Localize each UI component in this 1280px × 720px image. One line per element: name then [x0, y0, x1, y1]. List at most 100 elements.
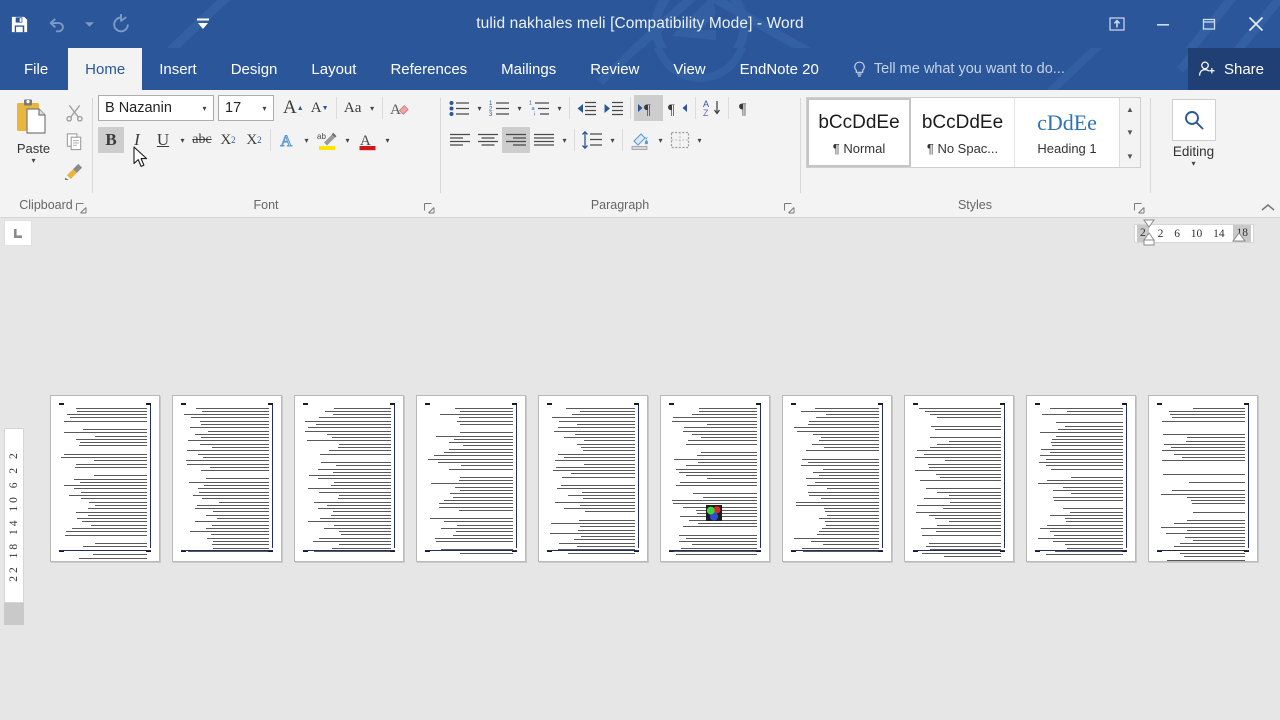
clipboard-dialog-launcher[interactable]	[76, 203, 87, 214]
highlight-color-dropdown-arrow[interactable]: ▾	[341, 127, 354, 153]
quick-access-toolbar[interactable]	[0, 0, 222, 48]
tab-endnote[interactable]: EndNote 20	[723, 48, 836, 90]
minimize-button[interactable]	[1140, 0, 1186, 48]
tab-insert[interactable]: Insert	[142, 48, 214, 90]
document-pages[interactable]	[0, 236, 1280, 720]
close-button[interactable]	[1232, 0, 1280, 48]
font-size-combobox[interactable]: 17 ▾	[218, 95, 274, 121]
editing-button[interactable]: Editing ▾	[1156, 95, 1231, 168]
numbering-dropdown-arrow[interactable]: ▾	[513, 95, 526, 121]
window-controls[interactable]	[1094, 0, 1280, 48]
page-thumbnail[interactable]	[1026, 394, 1136, 562]
change-case-button[interactable]: Aa	[340, 95, 366, 121]
cut-button[interactable]	[61, 99, 87, 125]
clear-formatting-button[interactable]: A	[386, 95, 413, 121]
font-color-dropdown-arrow[interactable]: ▾	[381, 127, 394, 153]
highlight-color-button[interactable]: ab	[313, 127, 341, 153]
ribbon-display-options-button[interactable]	[1094, 0, 1140, 48]
shading-dropdown-arrow[interactable]: ▾	[654, 127, 667, 153]
paste-dropdown-arrow[interactable]: ▾	[31, 157, 35, 165]
redo-button[interactable]	[102, 9, 140, 39]
shading-button[interactable]	[626, 127, 654, 153]
underline-dropdown-arrow[interactable]: ▾	[176, 127, 189, 153]
page-thumbnail[interactable]	[660, 394, 770, 562]
format-painter-button[interactable]	[61, 157, 87, 183]
customize-qat-button[interactable]	[184, 9, 222, 39]
tab-mailings[interactable]: Mailings	[484, 48, 573, 90]
font-color-button[interactable]: A	[354, 127, 381, 153]
underline-button[interactable]: U	[150, 127, 176, 153]
embedded-image[interactable]	[705, 505, 722, 522]
page-thumbnail[interactable]	[904, 394, 1014, 562]
justify-button[interactable]	[530, 127, 558, 153]
rtl-text-direction-button[interactable]: ¶	[663, 95, 692, 121]
page-thumbnail[interactable]	[782, 394, 892, 562]
page-thumbnail[interactable]	[50, 394, 160, 562]
align-right-button[interactable]	[502, 127, 530, 153]
multilevel-list-button[interactable]: 1ai	[526, 95, 553, 121]
tab-view[interactable]: View	[656, 48, 722, 90]
strikethrough-button[interactable]: abc	[189, 127, 215, 153]
sort-button[interactable]: A Z	[699, 95, 725, 121]
style-heading-1[interactable]: cDdEe Heading 1	[1015, 98, 1119, 167]
bullets-button[interactable]	[446, 95, 473, 121]
editing-dropdown-arrow[interactable]: ▾	[1191, 160, 1195, 168]
multilevel-list-dropdown-arrow[interactable]: ▾	[553, 95, 566, 121]
increase-indent-button[interactable]	[600, 95, 627, 121]
styles-scroll-up-button[interactable]: ▲	[1120, 98, 1140, 120]
numbering-button[interactable]: 123	[486, 95, 513, 121]
subscript-button[interactable]: X2	[215, 127, 241, 153]
paragraph-dialog-launcher[interactable]	[784, 203, 795, 214]
tab-file[interactable]: File	[0, 48, 69, 90]
font-dialog-launcher[interactable]	[424, 203, 435, 214]
line-spacing-dropdown-arrow[interactable]: ▾	[606, 127, 619, 153]
borders-button[interactable]	[667, 127, 693, 153]
align-left-button[interactable]	[446, 127, 474, 153]
tell-me-search[interactable]: Tell me what you want to do...	[836, 48, 1077, 90]
font-size-dropdown-arrow[interactable]: ▾	[256, 104, 273, 113]
page-thumbnail[interactable]	[1148, 394, 1258, 562]
style-no-spacing[interactable]: bCcDdEe ¶ No Spac...	[911, 98, 1015, 167]
style-normal[interactable]: bCcDdEe ¶ Normal	[807, 98, 911, 167]
restore-button[interactable]	[1186, 0, 1232, 48]
superscript-button[interactable]: X2	[241, 127, 267, 153]
shrink-font-button[interactable]: A ▼	[307, 95, 333, 121]
share-button[interactable]: Share	[1187, 48, 1280, 90]
editing-icon-box[interactable]	[1171, 99, 1216, 141]
line-spacing-button[interactable]	[578, 127, 606, 153]
save-button[interactable]	[0, 9, 38, 39]
justify-dropdown-arrow[interactable]: ▾	[558, 127, 571, 153]
ribbon-tab-strip[interactable]: File Home Insert Design Layout Reference…	[0, 48, 1280, 90]
change-case-dropdown-arrow[interactable]: ▾	[366, 95, 379, 121]
italic-button[interactable]: I	[124, 127, 150, 153]
decrease-indent-button[interactable]	[573, 95, 600, 121]
collapse-ribbon-button[interactable]	[1261, 203, 1275, 213]
paste-button[interactable]: Paste ▾	[6, 95, 61, 165]
bold-button[interactable]: B	[98, 127, 124, 153]
page-thumbnail[interactable]	[416, 394, 526, 562]
page-thumbnail[interactable]	[294, 394, 404, 562]
styles-scrollbar[interactable]: ▲ ▼ ▼	[1119, 98, 1140, 167]
styles-gallery[interactable]: bCcDdEe ¶ Normal bCcDdEe ¶ No Spac... cD…	[806, 97, 1141, 168]
tab-review[interactable]: Review	[573, 48, 656, 90]
tab-home[interactable]: Home	[68, 48, 143, 90]
styles-dialog-launcher[interactable]	[1134, 203, 1145, 214]
borders-dropdown-arrow[interactable]: ▾	[693, 127, 706, 153]
undo-dropdown[interactable]	[76, 9, 102, 39]
align-center-button[interactable]	[474, 127, 502, 153]
font-name-combobox[interactable]: B Nazanin ▾	[98, 95, 214, 121]
page-thumbnail[interactable]	[538, 394, 648, 562]
tab-design[interactable]: Design	[214, 48, 295, 90]
text-effects-button[interactable]: A	[274, 127, 300, 153]
show-formatting-marks-button[interactable]: ¶	[732, 95, 758, 121]
undo-button[interactable]	[38, 9, 76, 39]
tab-references[interactable]: References	[373, 48, 484, 90]
ltr-text-direction-button[interactable]: ¶	[634, 95, 663, 121]
font-name-dropdown-arrow[interactable]: ▾	[196, 104, 213, 113]
bullets-dropdown-arrow[interactable]: ▾	[473, 95, 486, 121]
page-thumbnail[interactable]	[172, 394, 282, 562]
styles-more-button[interactable]: ▼	[1120, 145, 1140, 167]
styles-scroll-down-button[interactable]: ▼	[1120, 122, 1140, 144]
text-effects-dropdown-arrow[interactable]: ▾	[300, 127, 313, 153]
copy-button[interactable]	[61, 128, 87, 154]
